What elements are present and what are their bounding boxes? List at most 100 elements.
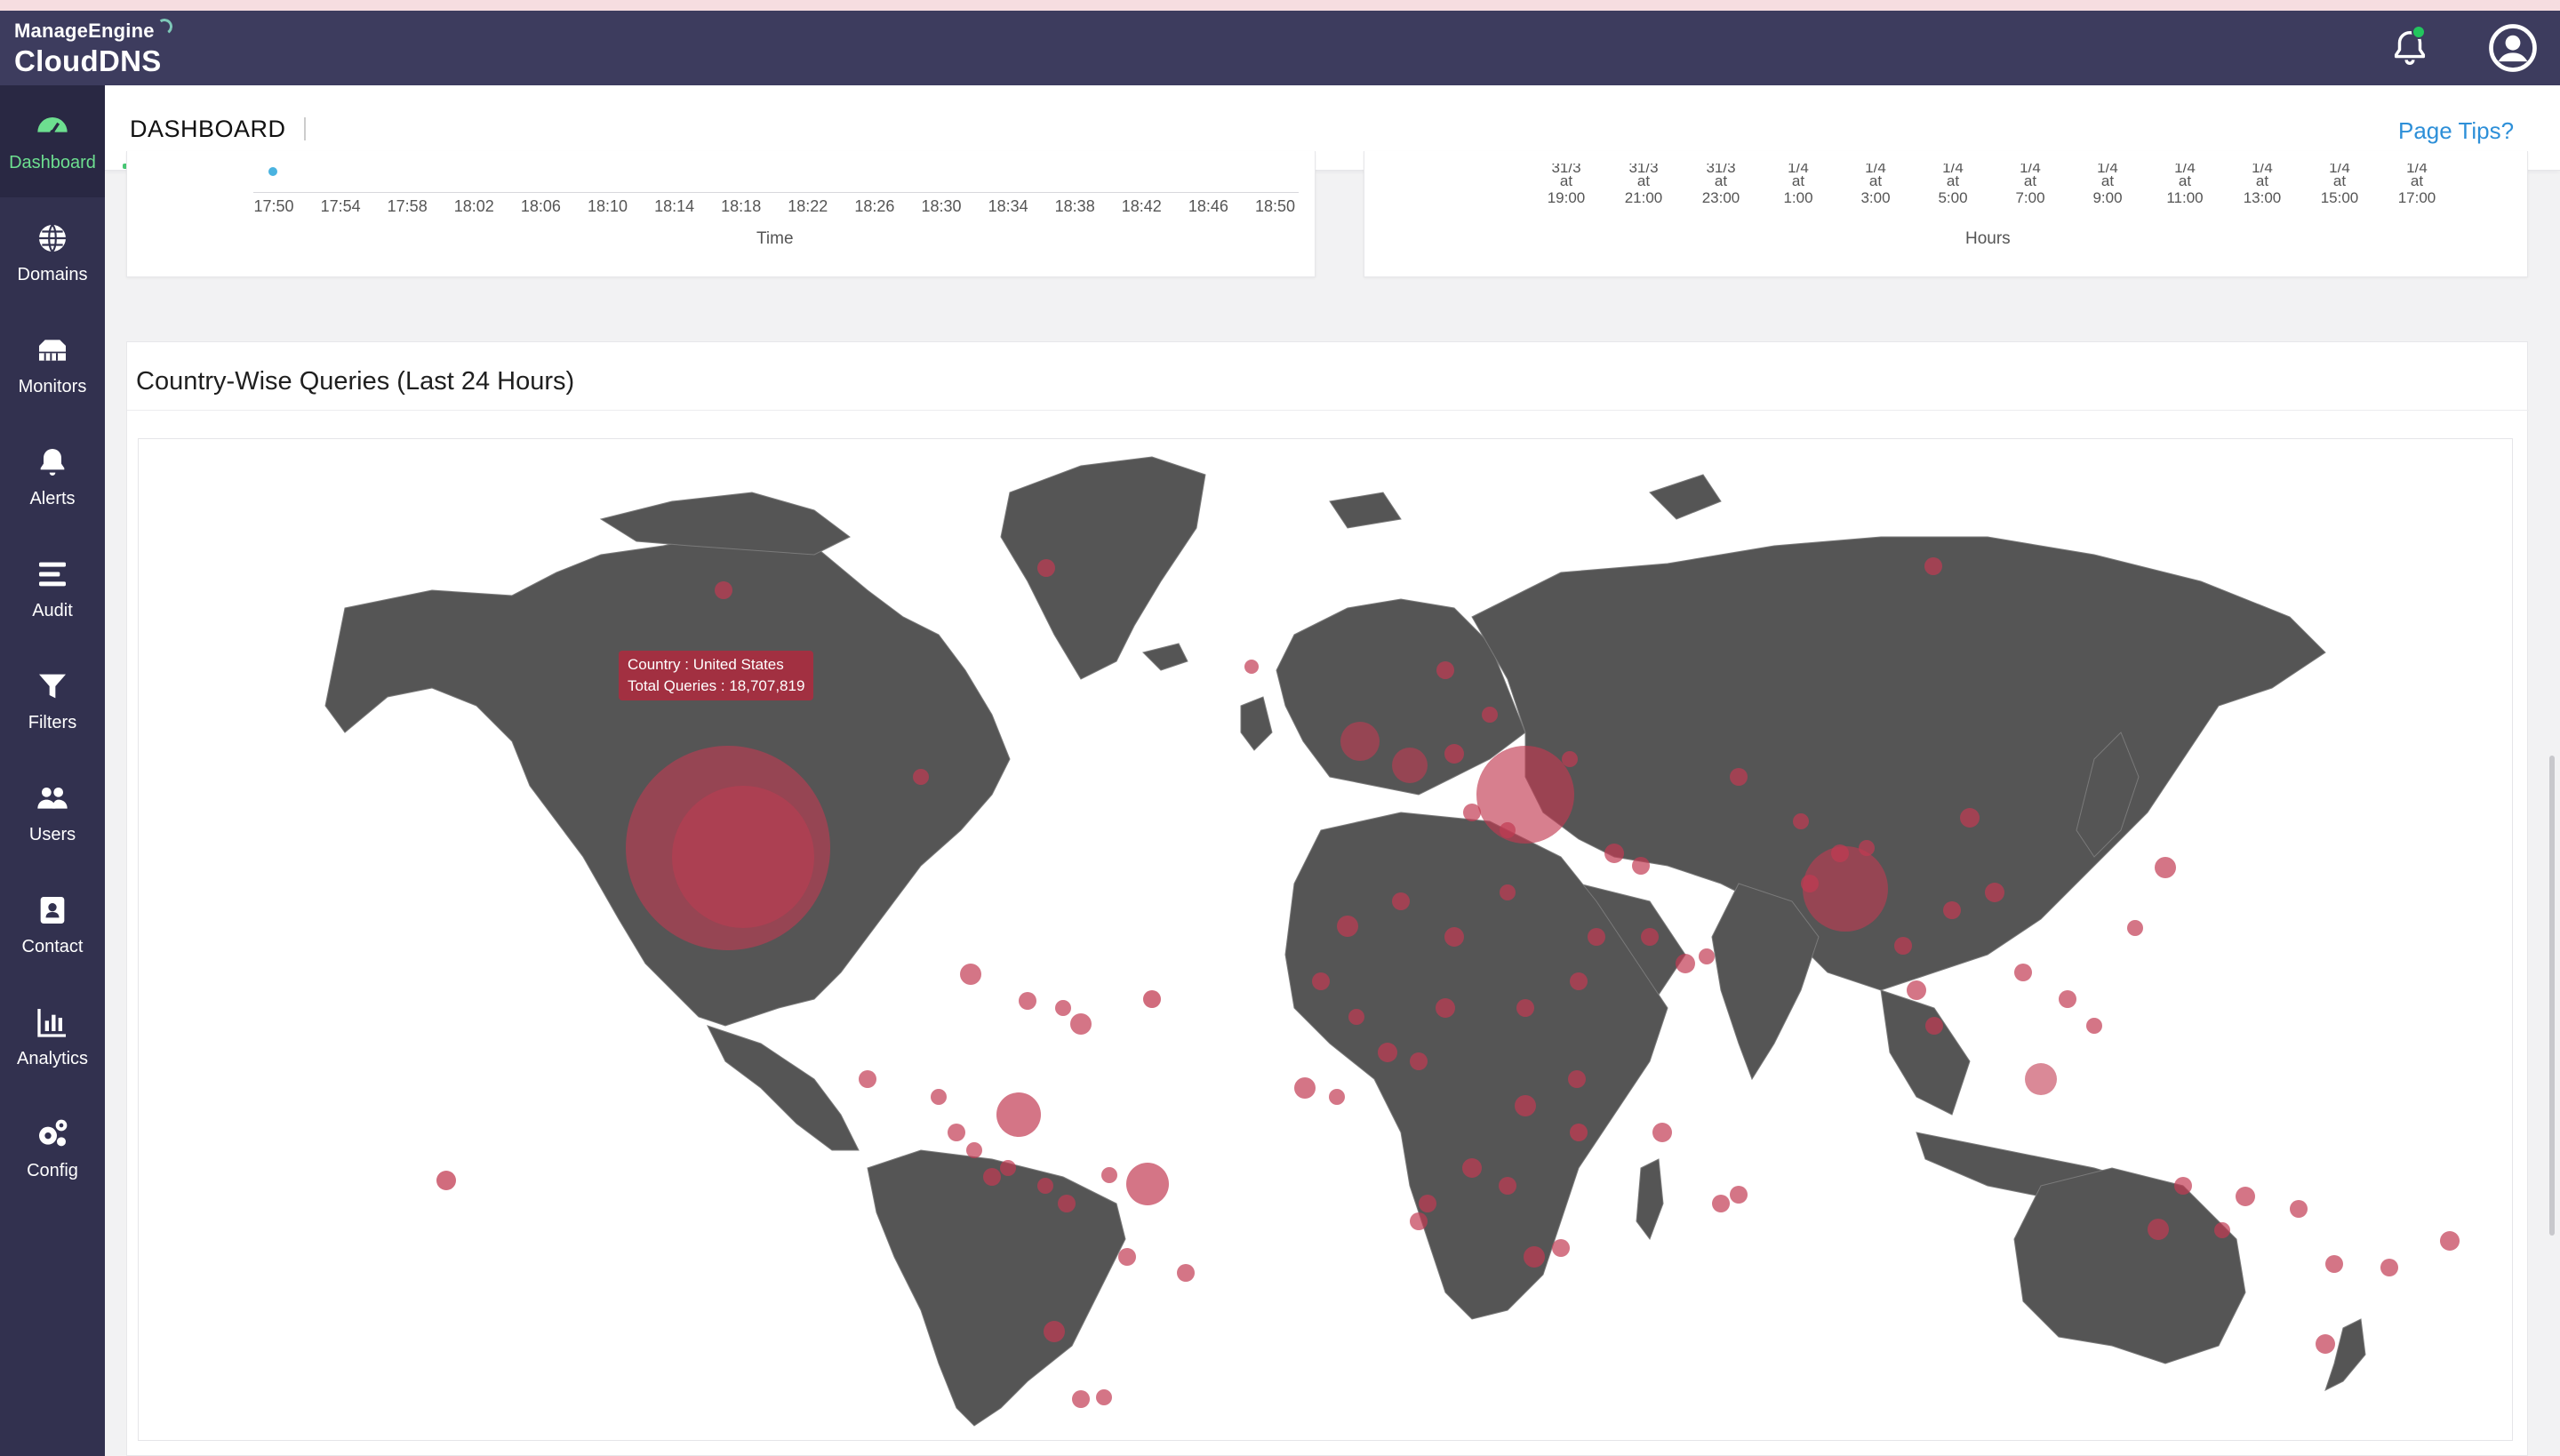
country-bubble[interactable]	[1515, 1095, 1536, 1116]
country-bubble[interactable]	[913, 769, 929, 785]
country-bubble[interactable]	[1894, 937, 1912, 955]
country-bubble[interactable]	[1419, 1195, 1436, 1212]
country-bubble[interactable]	[1712, 1195, 1730, 1212]
country-bubble[interactable]	[2127, 920, 2143, 936]
country-bubble[interactable]	[2236, 1187, 2255, 1206]
country-bubble[interactable]	[1925, 1017, 1943, 1035]
country-bubble[interactable]	[2214, 1222, 2230, 1238]
country-bubble[interactable]	[1482, 707, 1498, 723]
country-bubble[interactable]	[2148, 1219, 2169, 1240]
country-bubble[interactable]	[1793, 813, 1809, 829]
country-bubble[interactable]	[931, 1089, 947, 1105]
country-bubble[interactable]	[436, 1171, 456, 1190]
country-bubble[interactable]	[1552, 1239, 1570, 1257]
country-bubble[interactable]	[1444, 927, 1464, 947]
country-bubble[interactable]	[1676, 954, 1695, 973]
country-bubble[interactable]	[1436, 998, 1455, 1018]
user-account-icon[interactable]	[2488, 23, 2538, 73]
country-bubble[interactable]	[1340, 722, 1380, 761]
country-bubble[interactable]	[1392, 892, 1410, 910]
country-bubble[interactable]	[1570, 1124, 1588, 1141]
country-bubble[interactable]	[715, 581, 732, 599]
country-bubble[interactable]	[1516, 999, 1534, 1017]
country-bubble[interactable]	[1699, 948, 1715, 964]
country-bubble[interactable]	[1568, 1070, 1586, 1088]
sidebar-item-contact[interactable]: Contact	[0, 869, 105, 981]
country-bubble[interactable]	[1096, 1389, 1112, 1405]
country-bubble[interactable]	[1410, 1052, 1428, 1070]
country-bubble[interactable]	[1055, 1000, 1071, 1016]
country-bubble[interactable]	[1312, 972, 1330, 990]
country-bubble[interactable]	[1924, 557, 1942, 575]
country-bubble[interactable]	[1444, 744, 1464, 764]
country-bubble[interactable]	[1348, 1009, 1364, 1025]
country-bubble[interactable]	[1476, 746, 1574, 844]
country-bubble[interactable]	[1859, 840, 1875, 856]
country-bubble[interactable]	[1392, 748, 1428, 783]
country-bubble[interactable]	[1730, 1186, 1748, 1204]
country-bubble[interactable]	[1329, 1089, 1345, 1105]
country-bubble[interactable]	[2290, 1200, 2308, 1218]
country-bubble[interactable]	[1500, 884, 1516, 900]
country-bubble[interactable]	[1652, 1123, 1672, 1142]
country-bubble[interactable]	[2086, 1018, 2102, 1034]
sidebar-item-users[interactable]: Users	[0, 757, 105, 869]
country-bubble[interactable]	[1588, 928, 1605, 946]
country-bubble[interactable]	[966, 1142, 982, 1158]
country-bubble[interactable]	[1072, 1390, 1090, 1408]
country-bubble[interactable]	[1462, 1158, 1482, 1178]
country-bubble[interactable]	[1524, 1246, 1545, 1268]
country-bubble[interactable]	[1070, 1013, 1092, 1035]
country-bubble[interactable]	[1562, 751, 1578, 767]
country-bubble[interactable]	[859, 1070, 876, 1088]
sidebar-item-domains[interactable]: Domains	[0, 197, 105, 309]
country-bubble[interactable]	[1907, 980, 1926, 1000]
sidebar-item-analytics[interactable]: Analytics	[0, 981, 105, 1093]
country-bubble[interactable]	[1019, 992, 1036, 1010]
sidebar-item-audit[interactable]: Audit	[0, 533, 105, 645]
country-bubble[interactable]	[2316, 1334, 2335, 1354]
country-bubble[interactable]	[2325, 1255, 2343, 1273]
world-map[interactable]: Country : United States Total Queries : …	[138, 438, 2513, 1441]
country-bubble[interactable]	[1118, 1248, 1136, 1266]
country-bubble[interactable]	[2025, 1063, 2057, 1095]
country-bubble[interactable]	[1730, 768, 1748, 786]
country-bubble[interactable]	[1000, 1160, 1016, 1176]
country-bubble[interactable]	[1632, 857, 1650, 875]
country-bubble[interactable]	[1294, 1077, 1316, 1099]
country-bubble[interactable]	[1101, 1167, 1117, 1183]
country-bubble[interactable]	[1126, 1163, 1169, 1205]
country-bubble[interactable]	[1463, 804, 1481, 821]
country-bubble[interactable]	[1244, 660, 1259, 674]
country-bubble[interactable]	[1436, 661, 1454, 679]
country-bubble[interactable]	[948, 1124, 965, 1141]
country-bubble[interactable]	[1985, 883, 2004, 902]
country-bubble[interactable]	[1410, 1212, 1428, 1230]
country-bubble[interactable]	[1831, 844, 1849, 862]
sidebar-item-dashboard[interactable]: Dashboard	[0, 85, 105, 197]
sidebar-item-alerts[interactable]: Alerts	[0, 421, 105, 533]
country-bubble[interactable]	[2014, 964, 2032, 981]
country-bubble[interactable]	[2059, 990, 2076, 1008]
country-bubble[interactable]	[1037, 559, 1055, 577]
country-bubble[interactable]	[1044, 1321, 1065, 1342]
country-bubble[interactable]	[1960, 808, 1980, 828]
page-tips-link[interactable]: Page Tips?	[2398, 117, 2514, 145]
country-bubble[interactable]	[2155, 857, 2176, 878]
country-bubble[interactable]	[983, 1168, 1001, 1186]
tab-dashboard[interactable]: DASHBOARD	[130, 116, 286, 143]
sidebar-item-config[interactable]: Config	[0, 1093, 105, 1205]
country-bubble[interactable]	[1058, 1195, 1076, 1212]
sidebar-item-monitors[interactable]: Monitors	[0, 309, 105, 421]
country-bubble[interactable]	[1037, 1178, 1053, 1194]
country-bubble[interactable]	[672, 786, 814, 928]
country-bubble[interactable]	[1337, 916, 1358, 937]
country-bubble[interactable]	[1500, 822, 1516, 838]
country-bubble[interactable]	[1604, 844, 1624, 863]
country-bubble[interactable]	[1378, 1043, 1397, 1062]
country-bubble[interactable]	[1143, 990, 1161, 1008]
country-bubble[interactable]	[1499, 1177, 1516, 1195]
chart-point[interactable]	[267, 165, 279, 178]
sidebar-item-filters[interactable]: Filters	[0, 645, 105, 757]
brand-logo[interactable]: ManageEngine CloudDNS	[14, 17, 174, 78]
